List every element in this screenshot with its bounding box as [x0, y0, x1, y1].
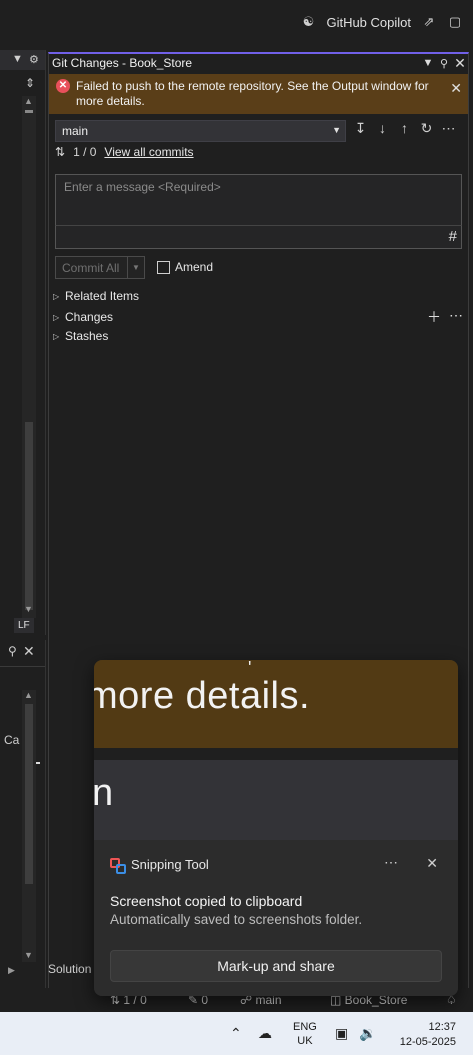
share-icon[interactable]: ⇗: [421, 14, 437, 30]
close-icon[interactable]: ✕: [450, 80, 462, 97]
screenshot-preview-mid: n: [94, 760, 458, 840]
checkbox[interactable]: [157, 260, 170, 274]
lang-top: ENG: [293, 1021, 317, 1033]
pin-icon[interactable]: ⚲: [8, 644, 17, 658]
divider: [0, 666, 45, 667]
amend-checkbox[interactable]: Amend: [157, 260, 213, 274]
left-lower-pane: ⚲ ✕ Ca ▲ ▼ ▶: [0, 640, 46, 990]
chevron-up-icon[interactable]: ⌃: [230, 1025, 242, 1042]
preview-gap: [94, 748, 458, 760]
more-icon[interactable]: ⋯: [449, 307, 463, 327]
expand-icon[interactable]: ▷: [53, 292, 59, 301]
commit-message-placeholder: Enter a message <Required>: [64, 180, 221, 194]
amend-label: Amend: [175, 260, 214, 274]
commit-all-label: Commit All: [62, 261, 120, 275]
error-banner: ✕ Failed to push to the remote repositor…: [49, 74, 468, 114]
scroll-up-icon[interactable]: ▲: [24, 96, 33, 106]
git-toolbar: ↧ ↓ ↑ ↻ ⋯: [353, 120, 456, 137]
taskbar: ⌃ ☁ ENG UK ▣ 🔉 12:37 12-05-2025: [0, 1012, 473, 1055]
clock[interactable]: 12:37 12-05-2025: [392, 1020, 456, 1050]
snipping-tool-notification[interactable]: ' more details. n Snipping Tool ⋯ ✕ Scre…: [94, 660, 458, 996]
left-pane-header: ▼ ⚙: [0, 50, 45, 70]
lang-bottom: UK: [297, 1035, 313, 1047]
copilot-icon[interactable]: ☯: [300, 14, 316, 30]
gear-icon[interactable]: ⚙: [29, 53, 39, 66]
line-ending-indicator[interactable]: LF: [14, 618, 34, 633]
date: 12-05-2025: [399, 1036, 456, 1048]
solution-tab[interactable]: Solution: [48, 962, 91, 976]
close-icon[interactable]: ✕: [426, 855, 438, 872]
scroll-thumb[interactable]: [25, 422, 33, 610]
branch-selector[interactable]: main ▼: [55, 120, 346, 142]
close-icon[interactable]: ✕: [23, 643, 35, 660]
fetch-icon[interactable]: ↧: [353, 120, 368, 137]
panel-title: Git Changes - Book_Store: [52, 56, 193, 70]
tree-stashes[interactable]: ▷ Stashes: [53, 329, 108, 343]
snipping-tool-icon: [110, 857, 126, 874]
expand-icon[interactable]: ▷: [53, 313, 59, 322]
feedback-icon[interactable]: ▢: [447, 14, 463, 30]
error-icon: ✕: [56, 79, 70, 93]
left-lower-scrollbar[interactable]: ▲ ▼: [22, 690, 36, 962]
more-icon[interactable]: ⋯: [441, 120, 456, 137]
sync-icon[interactable]: ↻: [419, 120, 434, 137]
preview-text-top: more details.: [94, 675, 311, 717]
truncated-label: Ca: [4, 733, 20, 747]
tree-label: Stashes: [65, 329, 109, 343]
incoming-outgoing-icon: ⇅: [55, 145, 66, 159]
chevron-down-icon[interactable]: ▼: [420, 57, 436, 69]
branch-name: main: [62, 124, 89, 138]
markup-and-share-button[interactable]: Mark-up and share: [110, 950, 442, 982]
pin-icon[interactable]: ⚲: [436, 57, 452, 70]
hash-icon[interactable]: #: [449, 228, 457, 245]
commit-all-button[interactable]: Commit All ▼: [55, 256, 145, 279]
language-indicator[interactable]: ENG UK: [293, 1020, 317, 1048]
time: 12:37: [428, 1021, 456, 1033]
scroll-right-icon[interactable]: ▶: [8, 965, 15, 976]
commits-counter: 1 / 0: [73, 145, 97, 159]
notification-app: Snipping Tool: [110, 857, 209, 874]
changes-actions: ＋ ⋯: [427, 307, 463, 327]
scroll-down-icon[interactable]: ▼: [24, 950, 33, 960]
split-icon[interactable]: ⇕: [25, 76, 35, 90]
commits-row: ⇅ 1 / 0 View all commits: [55, 145, 194, 159]
view-all-commits-link[interactable]: View all commits: [104, 145, 193, 159]
notification-title: Screenshot copied to clipboard: [110, 893, 303, 909]
plus-icon[interactable]: ＋: [427, 307, 441, 327]
tree-label: Changes: [65, 310, 114, 324]
copilot-label[interactable]: GitHub Copilot: [326, 15, 411, 30]
volume-icon[interactable]: 🔉: [359, 1025, 376, 1042]
chevron-down-icon[interactable]: ▼: [12, 53, 23, 65]
tree-related-items[interactable]: ▷ Related Items: [53, 289, 139, 303]
panel-header: Git Changes - Book_Store ▼ ⚲ ✕: [49, 54, 468, 72]
scroll-down-icon[interactable]: ▼: [24, 604, 33, 614]
notification-subtitle: Automatically saved to screenshots folde…: [110, 912, 363, 927]
expand-icon[interactable]: ▷: [53, 332, 59, 341]
onedrive-offline-icon[interactable]: ☁: [258, 1025, 272, 1042]
notification-body: Snipping Tool ⋯ ✕ Screenshot copied to c…: [94, 840, 458, 996]
left-scrollbar[interactable]: ▲ ▼: [22, 96, 36, 618]
commit-message-footer: #: [55, 225, 462, 249]
scroll-mark: [25, 110, 33, 113]
copilot-area: ☯ GitHub Copilot ⇗ ▢: [300, 14, 463, 30]
tree-label: Related Items: [65, 289, 140, 303]
push-icon[interactable]: ↑: [397, 120, 412, 137]
tree-changes[interactable]: ▷ Changes: [53, 310, 113, 324]
error-message: Failed to push to the remote repository.…: [76, 79, 429, 108]
more-icon[interactable]: ⋯: [384, 854, 398, 871]
close-icon[interactable]: ✕: [452, 55, 468, 72]
pull-icon[interactable]: ↓: [375, 120, 390, 137]
scroll-thumb[interactable]: [25, 704, 33, 884]
chevron-down-icon: ▼: [332, 125, 341, 135]
left-editor-pane: ▼ ⚙ ⇕ ▲ ▼: [0, 50, 46, 635]
commit-message-input[interactable]: Enter a message <Required>: [55, 174, 462, 226]
preview-text-mid: n: [94, 772, 114, 814]
top-bar: ☯ GitHub Copilot ⇗ ▢: [0, 0, 473, 50]
scroll-up-icon[interactable]: ▲: [24, 690, 33, 700]
network-icon[interactable]: ▣: [335, 1025, 348, 1042]
chevron-down-icon[interactable]: ▼: [127, 257, 144, 278]
screenshot-preview-top: ' more details.: [94, 660, 458, 748]
app-name: Snipping Tool: [131, 857, 209, 872]
